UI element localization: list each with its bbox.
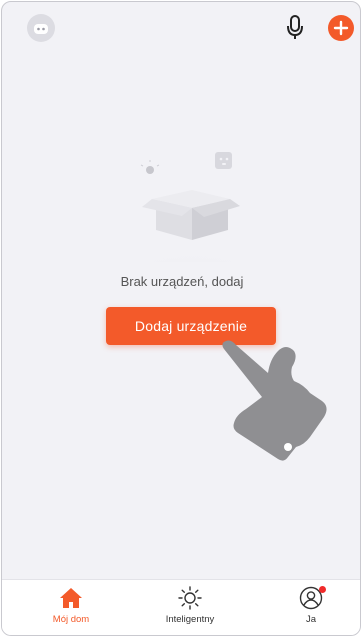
- tab-label: Inteligentny: [165, 614, 215, 625]
- empty-box-illustration: [112, 142, 272, 300]
- tab-me[interactable]: Ja: [271, 586, 351, 632]
- empty-state-message: Brak urządzeń, dodaj: [120, 274, 244, 289]
- app-screen: Brak urządzeń, dodaj Dodaj urządzenie Mó…: [1, 1, 361, 636]
- sun-icon: [178, 586, 202, 610]
- bottom-tab-bar: Mój dom Inteligentny Ja: [2, 579, 360, 635]
- tab-smart[interactable]: Inteligentny: [150, 586, 230, 632]
- family-avatar-icon[interactable]: [27, 14, 55, 42]
- pointing-hand-icon: [218, 337, 336, 467]
- add-device-plus-button[interactable]: [328, 15, 354, 41]
- socket-icon: [215, 152, 232, 169]
- tab-label: Mój dom: [52, 614, 90, 625]
- plus-icon: [333, 20, 349, 36]
- bulb-icon: [140, 160, 160, 174]
- home-icon: [60, 588, 82, 608]
- tab-my-home[interactable]: Mój dom: [31, 586, 111, 632]
- notification-badge: [319, 586, 326, 593]
- microphone-icon[interactable]: [286, 14, 304, 40]
- tab-label: Ja: [305, 614, 317, 625]
